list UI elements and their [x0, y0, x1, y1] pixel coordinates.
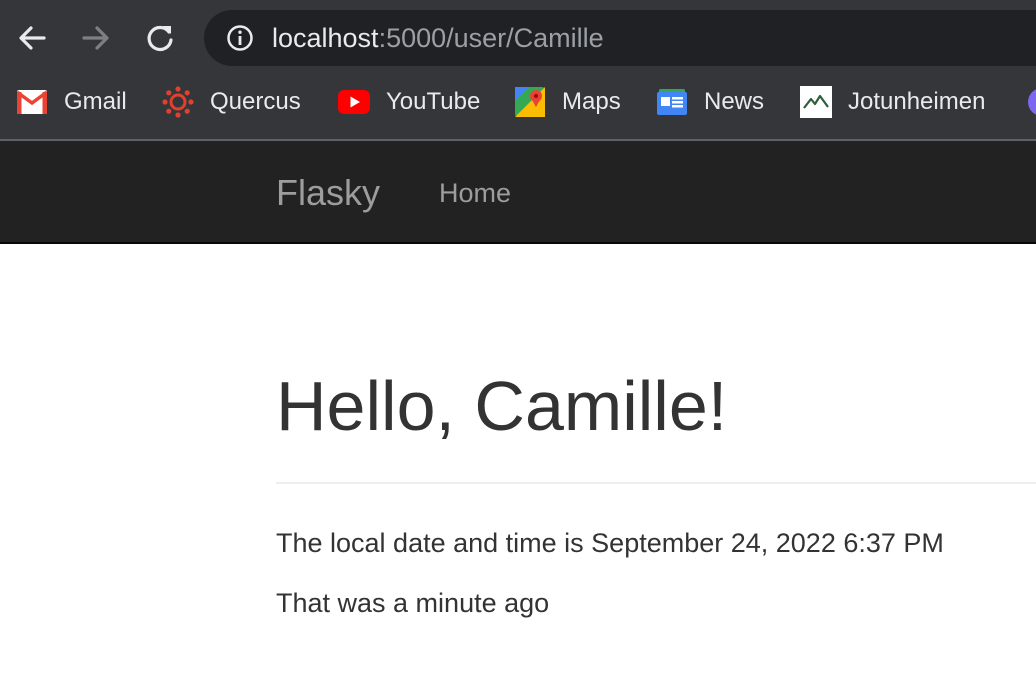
- bookmark-news[interactable]: News: [656, 86, 764, 118]
- page-header: Hello, Camille!: [276, 366, 1036, 484]
- forward-button[interactable]: [78, 18, 114, 58]
- bookmarks-bar: Gmail Quercus YouTube Maps News Jotunhei…: [0, 76, 1036, 141]
- url-text[interactable]: localhost:5000/user/Camille: [272, 23, 604, 53]
- page-title: Hello, Camille!: [276, 367, 728, 445]
- news-icon: [656, 86, 688, 118]
- navbar-brand[interactable]: Flasky: [276, 173, 380, 213]
- bookmark-youtube[interactable]: YouTube: [338, 86, 480, 118]
- forward-arrow-icon: [82, 26, 109, 50]
- bookmark-quercus[interactable]: Quercus: [162, 86, 301, 118]
- bookmark-label: News: [704, 88, 765, 115]
- bookmark-label: Quercus: [210, 88, 301, 115]
- bookmark-jotunheimen[interactable]: Jotunheimen: [800, 86, 985, 118]
- app-navbar: Flasky Home: [0, 141, 1036, 244]
- bookmark-gmail[interactable]: Gmail: [16, 86, 127, 118]
- bookmark-maps[interactable]: Maps: [514, 86, 621, 118]
- nav-link-home[interactable]: Home: [439, 177, 511, 209]
- datetime-text: The local date and time is September 24,…: [276, 528, 944, 558]
- quercus-icon: [162, 86, 194, 118]
- bookmark-label: YouTube: [386, 88, 481, 115]
- bookmark-label: Maps: [562, 88, 621, 115]
- maps-icon: [514, 86, 546, 118]
- reload-icon: [147, 25, 173, 52]
- bookmark-overflow-partial[interactable]: [1026, 86, 1036, 118]
- bookmark-label: Jotunheimen: [848, 88, 986, 115]
- url-path: :5000/user/Camille: [378, 23, 604, 53]
- bookmark-label: Gmail: [64, 88, 127, 115]
- back-arrow-icon: [19, 26, 46, 50]
- gmail-icon: [16, 86, 48, 118]
- youtube-icon: [338, 86, 370, 118]
- url-host: localhost: [272, 23, 379, 53]
- jotunheimen-icon: [800, 86, 832, 118]
- relative-time-text: That was a minute ago: [276, 588, 550, 618]
- back-button[interactable]: [14, 18, 50, 58]
- circle-bookmark-icon: [1026, 86, 1036, 118]
- reload-button[interactable]: [142, 18, 178, 58]
- address-bar[interactable]: localhost:5000/user/Camille: [204, 10, 1036, 66]
- browser-toolbar: localhost:5000/user/Camille: [0, 0, 1036, 76]
- info-icon[interactable]: [226, 24, 254, 52]
